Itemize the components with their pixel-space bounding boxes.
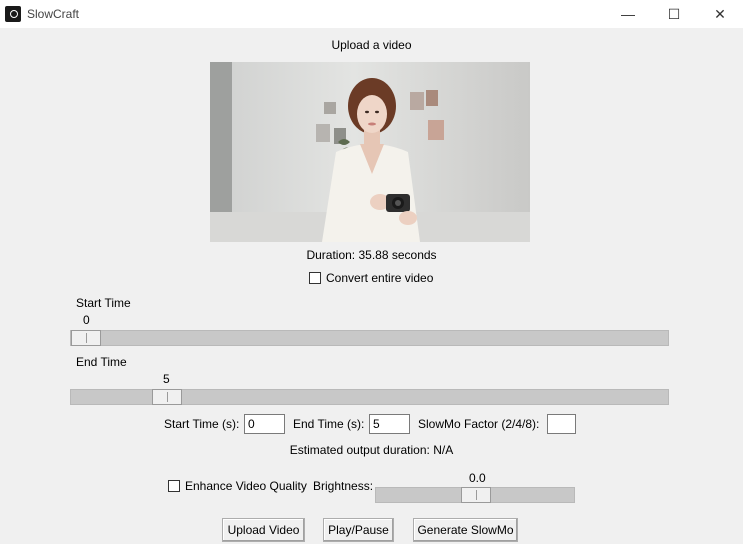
minimize-button[interactable]: —: [605, 0, 651, 28]
upload-video-button[interactable]: Upload Video: [222, 518, 305, 542]
slowmo-factor-input[interactable]: [547, 414, 576, 434]
enhance-quality-label: Enhance Video Quality: [185, 479, 307, 493]
generate-slowmo-button[interactable]: Generate SlowMo: [413, 518, 518, 542]
end-slider-thumb[interactable]: [152, 389, 182, 405]
brightness-value: 0.0: [469, 471, 486, 485]
start-time-label: Start Time: [76, 296, 131, 310]
brightness-slider-thumb[interactable]: [461, 487, 491, 503]
window-title: SlowCraft: [27, 7, 80, 21]
start-time-slider[interactable]: [70, 330, 669, 346]
upload-heading: Upload a video: [331, 38, 412, 52]
play-pause-button[interactable]: Play/Pause: [323, 518, 394, 542]
convert-entire-checkbox[interactable]: [309, 272, 321, 284]
video-preview: [210, 62, 530, 242]
duration-text: Duration: 35.88 seconds: [306, 248, 437, 262]
close-icon: ✕: [714, 5, 726, 22]
close-button[interactable]: ✕: [697, 0, 743, 28]
start-slider-thumb[interactable]: [71, 330, 101, 346]
start-time-input[interactable]: 0: [244, 414, 285, 434]
end-time-input[interactable]: 5: [369, 414, 410, 434]
slowmo-factor-label: SlowMo Factor (2/4/8):: [418, 417, 540, 431]
end-slider-value: 5: [163, 372, 170, 386]
enhance-quality-checkbox[interactable]: [168, 480, 180, 492]
estimated-duration-text: Estimated output duration: N/A: [289, 443, 454, 457]
maximize-button[interactable]: ☐: [651, 0, 697, 28]
brightness-label: Brightness:: [313, 479, 374, 493]
end-time-slider[interactable]: [70, 389, 669, 405]
convert-entire-label: Convert entire video: [326, 271, 434, 285]
minimize-icon: —: [621, 6, 635, 22]
start-slider-value: 0: [83, 313, 90, 327]
video-frame-image: [210, 62, 530, 242]
title-bar: SlowCraft — ☐ ✕: [0, 0, 743, 28]
end-time-field-label: End Time (s):: [293, 417, 365, 431]
brightness-slider[interactable]: [375, 487, 575, 503]
start-time-field-label: Start Time (s):: [164, 417, 240, 431]
app-icon: [5, 6, 21, 22]
end-time-label: End Time: [76, 355, 127, 369]
maximize-icon: ☐: [667, 5, 681, 22]
